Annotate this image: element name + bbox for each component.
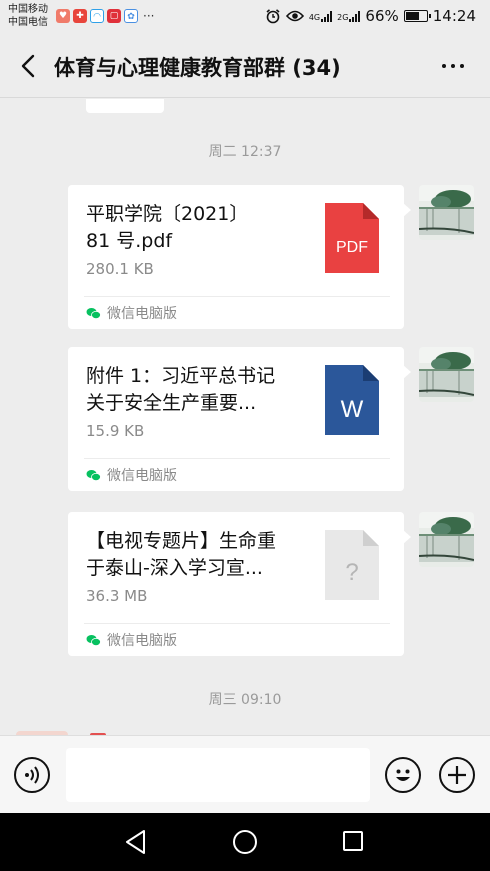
file-name-line: 于泰山-深入学习宣... — [86, 557, 263, 579]
emoji-button[interactable] — [385, 757, 421, 793]
message-source: 微信电脑版 — [86, 303, 177, 323]
notification-icons: ♥ ✚ ◠ ▢ ✿ ··· — [56, 9, 154, 23]
file-name: 附件 1：习近平总书记 关于安全生产重要... — [86, 363, 304, 417]
signal-4g-icon: 4G — [308, 10, 333, 22]
landscape-avatar-image — [419, 185, 474, 240]
system-navigation-bar — [0, 813, 490, 871]
signal-2g-icon: 2G — [337, 10, 361, 22]
message-input[interactable] — [66, 748, 370, 802]
system-home-icon[interactable] — [233, 830, 257, 854]
file-icon-label: W — [341, 396, 364, 423]
carrier-info: 中国移动 中国电信 — [8, 3, 48, 29]
health-app-icon: ♥ — [56, 9, 70, 23]
file-size: 15.9 KB — [86, 422, 145, 440]
clock: 14:24 — [432, 7, 476, 25]
timestamp: 周三 09:10 — [208, 692, 282, 708]
status-bar: 中国移动 中国电信 ♥ ✚ ◠ ▢ ✿ ··· 4G 2G 66% 14:24 — [0, 0, 490, 34]
plus-icon — [448, 766, 466, 784]
sender-avatar[interactable] — [419, 512, 474, 567]
landscape-avatar-image — [419, 347, 474, 402]
wechat-icon — [86, 307, 101, 319]
more-notifications-icon: ··· — [143, 9, 155, 23]
message-list[interactable]: 周二 12:37 平职学院〔2021〕 81 号.pdf 280.1 KB PD… — [0, 99, 490, 735]
group-chat-title: 体育与心理健康教育部群 (34) — [54, 56, 341, 80]
carrier-label-2: 中国电信 — [8, 17, 48, 28]
file-name-line: 附件 1：习近平总书记 — [86, 365, 276, 387]
file-message-card[interactable]: 平职学院〔2021〕 81 号.pdf 280.1 KB PDF 微信电脑版 — [68, 185, 411, 329]
file-icon-label: PDF — [336, 239, 368, 256]
source-label: 微信电脑版 — [107, 633, 177, 649]
landscape-avatar-image — [419, 512, 474, 567]
file-name-line: 【电视专题片】生命重 — [86, 530, 277, 552]
file-name: 【电视专题片】生命重 于泰山-深入学习宣... — [86, 528, 304, 582]
flower-app-icon: ✿ — [124, 9, 138, 23]
file-name: 平职学院〔2021〕 81 号.pdf — [86, 201, 304, 255]
voice-input-button[interactable] — [14, 757, 50, 793]
source-label: 微信电脑版 — [107, 306, 177, 322]
file-name-line: 关于安全生产重要... — [86, 392, 257, 414]
wechat-icon — [86, 469, 101, 481]
message-source: 微信电脑版 — [86, 630, 177, 650]
source-label: 微信电脑版 — [107, 468, 177, 484]
gift-app-icon: ✚ — [73, 9, 87, 23]
card-divider — [84, 296, 390, 297]
system-indicators: 4G 2G 66% 14:24 — [265, 7, 476, 25]
sender-avatar[interactable] — [419, 347, 474, 402]
file-icon-label: ? — [345, 559, 358, 586]
network-type-1: 4G — [308, 13, 321, 22]
carrier-label-1: 中国移动 — [8, 4, 48, 15]
emoji-icon — [396, 769, 410, 781]
message-source: 微信电脑版 — [86, 465, 177, 485]
unknown-file-icon: ? — [325, 530, 379, 600]
file-message-card[interactable]: 附件 1：习近平总书记 关于安全生产重要... 15.9 KB W 微信电脑版 — [68, 347, 411, 491]
arc-app-icon: ◠ — [90, 9, 104, 23]
voice-icon — [25, 766, 39, 784]
eye-comfort-icon — [285, 10, 304, 22]
network-type-2: 2G — [337, 13, 349, 22]
system-back-icon[interactable] — [124, 829, 148, 855]
card-divider — [84, 623, 390, 624]
battery-percent: 66% — [365, 7, 399, 25]
file-size: 280.1 KB — [86, 260, 154, 278]
alarm-icon — [266, 9, 280, 24]
wechat-icon — [86, 634, 101, 646]
pdf-file-icon: PDF — [325, 203, 379, 273]
timestamp: 周二 12:37 — [208, 144, 282, 160]
chat-header: 体育与心理健康教育部群 (34) — [0, 34, 490, 98]
file-message-card[interactable]: 【电视专题片】生命重 于泰山-深入学习宣... 36.3 MB ? 微信电脑版 — [68, 512, 411, 656]
more-functions-button[interactable] — [439, 757, 475, 793]
red-square-app-icon: ▢ — [107, 9, 121, 23]
file-name-line: 81 号.pdf — [86, 230, 173, 252]
file-size: 36.3 MB — [86, 587, 148, 605]
back-arrow-icon[interactable] — [16, 52, 42, 80]
battery-icon — [403, 10, 431, 22]
more-options-icon[interactable] — [442, 64, 464, 68]
previous-message-bubble[interactable] — [86, 99, 164, 113]
file-name-line: 平职学院〔2021〕 — [86, 203, 249, 225]
word-file-icon: W — [325, 365, 379, 435]
sender-avatar[interactable] — [419, 185, 474, 240]
card-divider — [84, 458, 390, 459]
system-recents-icon[interactable] — [343, 831, 363, 851]
input-bar — [0, 735, 490, 813]
